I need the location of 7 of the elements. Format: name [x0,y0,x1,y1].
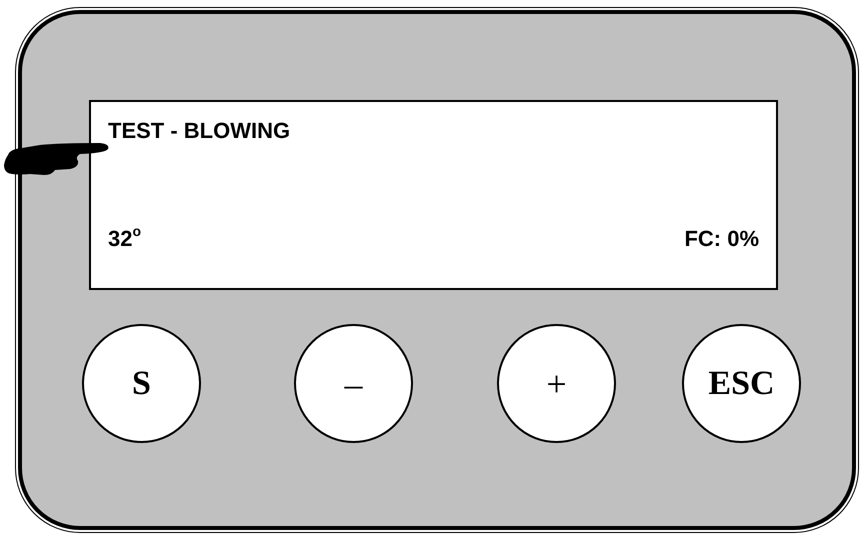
keypad-button[interactable]: S [82,324,201,443]
keypad-button[interactable]: ESC [682,324,801,443]
keypad-button[interactable]: – [294,324,413,443]
temperature-reading: 32$^{o}$ [108,226,142,252]
display-title: TEST - BLOWING [108,118,292,144]
keypad-button[interactable]: + [497,324,616,443]
fc-reading: FC: 0% [684,226,759,252]
